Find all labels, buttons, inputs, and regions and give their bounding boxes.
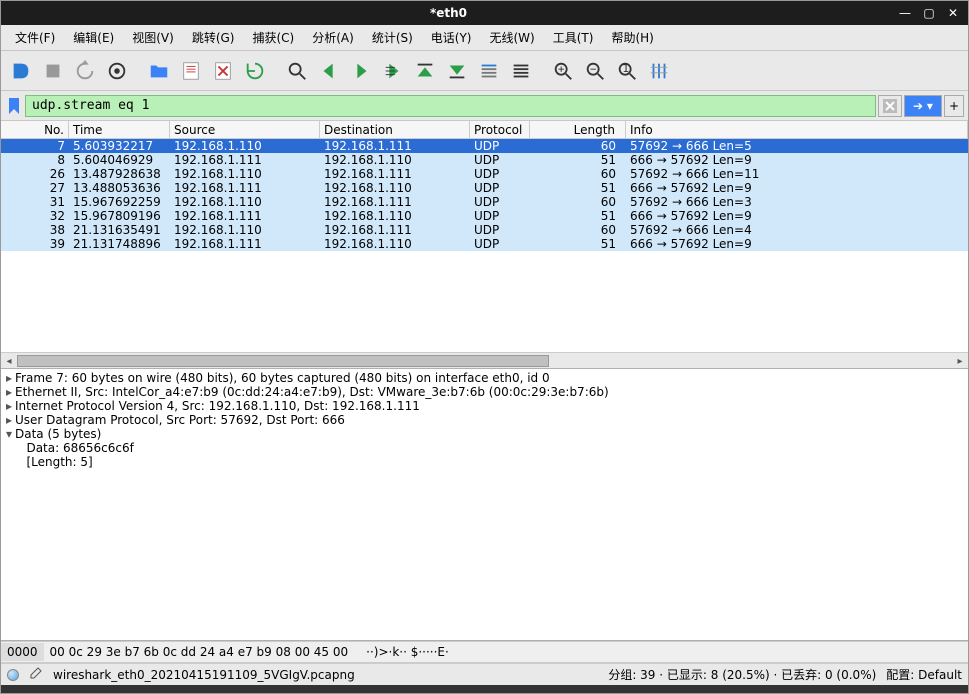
go-forward-button[interactable] bbox=[347, 57, 375, 85]
menu-stats[interactable]: 统计(S) bbox=[364, 26, 421, 49]
close-button[interactable]: ✕ bbox=[944, 4, 962, 22]
detail-ip[interactable]: Internet Protocol Version 4, Src: 192.16… bbox=[15, 399, 420, 413]
packet-bytes-pane[interactable]: 0000 00 0c 29 3e b7 6b 0c dd 24 a4 e7 b9… bbox=[1, 641, 968, 663]
menu-file[interactable]: 文件(F) bbox=[7, 26, 63, 49]
hex-ascii[interactable]: ··)>·k·· $·····E· bbox=[366, 645, 449, 659]
goto-last-button[interactable] bbox=[443, 57, 471, 85]
menu-go[interactable]: 跳转(G) bbox=[184, 26, 243, 49]
detail-eth[interactable]: Ethernet II, Src: IntelCor_a4:e7:b9 (0c:… bbox=[15, 385, 609, 399]
status-bar: wireshark_eth0_20210415191109_5VGIgV.pca… bbox=[1, 663, 968, 685]
packet-row[interactable]: 3215.967809196192.168.1.111192.168.1.110… bbox=[1, 209, 968, 223]
expert-info-icon[interactable] bbox=[7, 669, 19, 681]
scroll-thumb[interactable] bbox=[17, 355, 549, 367]
main-toolbar: 1 bbox=[1, 51, 968, 91]
expand-icon[interactable]: ▸ bbox=[3, 413, 15, 427]
desktop-taskbar bbox=[1, 685, 968, 693]
reload-file-button[interactable] bbox=[241, 57, 269, 85]
menu-wireless[interactable]: 无线(W) bbox=[482, 26, 543, 49]
zoom-reset-button[interactable]: 1 bbox=[613, 57, 641, 85]
display-filter-input[interactable] bbox=[25, 95, 876, 117]
display-filter-bar: ➔ ▾ + bbox=[1, 91, 968, 121]
filter-apply-button[interactable]: ➔ ▾ bbox=[904, 95, 942, 117]
zoom-out-button[interactable] bbox=[581, 57, 609, 85]
title-bar: *eth0 — ▢ ✕ bbox=[1, 1, 968, 25]
capture-options-button[interactable] bbox=[103, 57, 131, 85]
window-title: *eth0 bbox=[7, 6, 890, 20]
col-no[interactable]: No. bbox=[1, 121, 69, 138]
filter-add-button[interactable]: + bbox=[944, 95, 964, 117]
expand-icon[interactable]: ▸ bbox=[3, 399, 15, 413]
detail-frame[interactable]: Frame 7: 60 bytes on wire (480 bits), 60… bbox=[15, 371, 550, 385]
close-file-button[interactable] bbox=[209, 57, 237, 85]
collapse-icon[interactable]: ▾ bbox=[3, 427, 15, 441]
hex-offset: 0000 bbox=[1, 643, 44, 661]
menu-bar: 文件(F) 编辑(E) 视图(V) 跳转(G) 捕获(C) 分析(A) 统计(S… bbox=[1, 25, 968, 51]
filter-bookmark-icon[interactable] bbox=[5, 95, 23, 117]
detail-data-length[interactable]: [Length: 5] bbox=[26, 455, 92, 469]
menu-edit[interactable]: 编辑(E) bbox=[65, 26, 122, 49]
find-packet-button[interactable] bbox=[283, 57, 311, 85]
packet-row[interactable]: 3921.131748896192.168.1.111192.168.1.110… bbox=[1, 237, 968, 251]
packet-list-header[interactable]: No. Time Source Destination Protocol Len… bbox=[1, 121, 968, 139]
filter-clear-button[interactable] bbox=[878, 95, 902, 117]
col-source[interactable]: Source bbox=[170, 121, 320, 138]
packet-list-pane: No. Time Source Destination Protocol Len… bbox=[1, 121, 968, 369]
packet-list-hscrollbar[interactable]: ◂ ▸ bbox=[1, 352, 968, 368]
autoscroll-button[interactable] bbox=[475, 57, 503, 85]
col-length[interactable]: Length bbox=[530, 121, 626, 138]
col-info[interactable]: Info bbox=[626, 121, 968, 138]
goto-first-button[interactable] bbox=[411, 57, 439, 85]
col-destination[interactable]: Destination bbox=[320, 121, 470, 138]
goto-packet-button[interactable] bbox=[379, 57, 407, 85]
restart-capture-button[interactable] bbox=[71, 57, 99, 85]
menu-tools[interactable]: 工具(T) bbox=[545, 26, 602, 49]
colorize-button[interactable] bbox=[507, 57, 535, 85]
packet-row[interactable]: 2613.487928638192.168.1.110192.168.1.111… bbox=[1, 167, 968, 181]
detail-udp[interactable]: User Datagram Protocol, Src Port: 57692,… bbox=[15, 413, 345, 427]
status-filename: wireshark_eth0_20210415191109_5VGIgV.pca… bbox=[53, 668, 598, 682]
status-profile[interactable]: 配置: Default bbox=[886, 666, 962, 683]
stop-capture-button[interactable] bbox=[39, 57, 67, 85]
status-packets: 分组: 39 · 已显示: 8 (20.5%) · 已丢弃: 0 (0.0%) bbox=[608, 666, 876, 683]
go-back-button[interactable] bbox=[315, 57, 343, 85]
packet-row[interactable]: 3115.967692259192.168.1.110192.168.1.111… bbox=[1, 195, 968, 209]
zoom-in-button[interactable] bbox=[549, 57, 577, 85]
packet-row[interactable]: 85.604046929192.168.1.111192.168.1.110UD… bbox=[1, 153, 968, 167]
packet-rows[interactable]: 75.603932217192.168.1.110192.168.1.111UD… bbox=[1, 139, 968, 251]
col-time[interactable]: Time bbox=[69, 121, 170, 138]
minimize-button[interactable]: — bbox=[896, 4, 914, 22]
hex-bytes[interactable]: 00 0c 29 3e b7 6b 0c dd 24 a4 e7 b9 08 0… bbox=[50, 645, 349, 659]
packet-details-pane[interactable]: ▸Frame 7: 60 bytes on wire (480 bits), 6… bbox=[1, 369, 968, 641]
save-file-button[interactable] bbox=[177, 57, 205, 85]
col-protocol[interactable]: Protocol bbox=[470, 121, 530, 138]
packet-row[interactable]: 75.603932217192.168.1.110192.168.1.111UD… bbox=[1, 139, 968, 153]
menu-view[interactable]: 视图(V) bbox=[124, 26, 182, 49]
menu-analyze[interactable]: 分析(A) bbox=[304, 26, 362, 49]
resize-columns-button[interactable] bbox=[645, 57, 673, 85]
packet-row[interactable]: 2713.488053636192.168.1.111192.168.1.110… bbox=[1, 181, 968, 195]
scroll-left-icon[interactable]: ◂ bbox=[1, 353, 17, 369]
expand-icon[interactable]: ▸ bbox=[3, 385, 15, 399]
scroll-right-icon[interactable]: ▸ bbox=[952, 353, 968, 369]
maximize-button[interactable]: ▢ bbox=[920, 4, 938, 22]
menu-telephony[interactable]: 电话(Y) bbox=[423, 26, 480, 49]
svg-text:1: 1 bbox=[622, 61, 629, 74]
start-capture-button[interactable] bbox=[7, 57, 35, 85]
expand-icon[interactable]: ▸ bbox=[3, 371, 15, 385]
detail-data-bytes[interactable]: Data: 68656c6c6f bbox=[26, 441, 133, 455]
open-file-button[interactable] bbox=[145, 57, 173, 85]
detail-data[interactable]: Data (5 bytes) bbox=[15, 427, 101, 441]
menu-capture[interactable]: 捕获(C) bbox=[244, 26, 302, 49]
packet-row[interactable]: 3821.131635491192.168.1.110192.168.1.111… bbox=[1, 223, 968, 237]
edit-capture-comment-icon[interactable] bbox=[29, 666, 43, 683]
menu-help[interactable]: 帮助(H) bbox=[603, 26, 661, 49]
